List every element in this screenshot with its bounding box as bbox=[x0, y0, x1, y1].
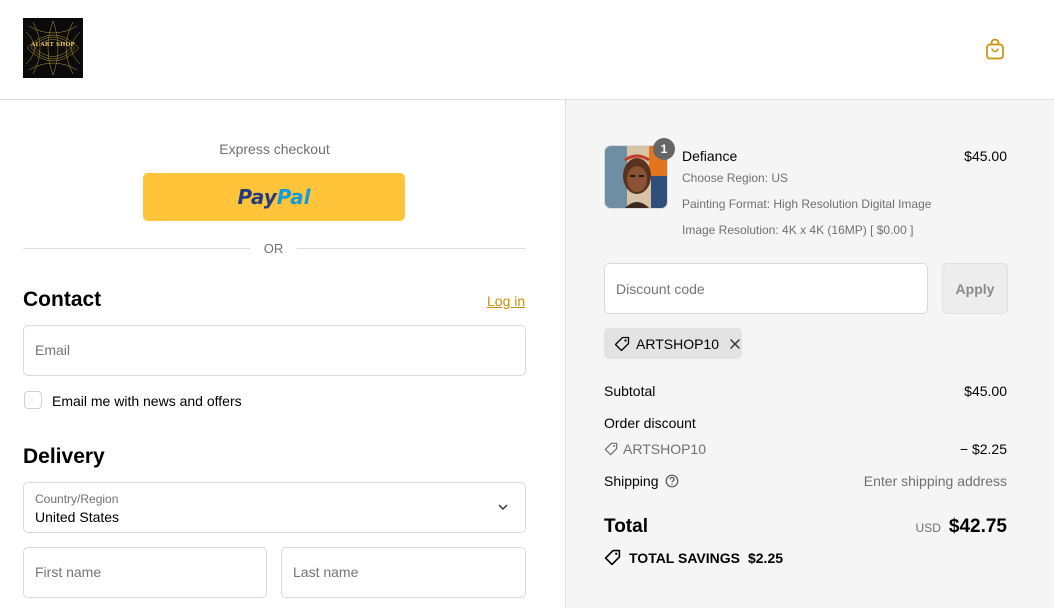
apply-discount-button[interactable]: Apply bbox=[942, 263, 1008, 314]
discount-code-text: ARTSHOP10 bbox=[623, 441, 706, 457]
cart-button[interactable] bbox=[982, 36, 1008, 62]
logo-pattern-icon bbox=[25, 20, 81, 76]
product-price: $45.00 bbox=[964, 148, 1007, 164]
tag-icon bbox=[604, 549, 621, 566]
country-label: Country/Region bbox=[35, 492, 119, 506]
total-savings-value: $2.25 bbox=[747, 549, 784, 566]
express-checkout-title: Express checkout bbox=[219, 141, 330, 157]
total-label: Total bbox=[604, 516, 648, 537]
total-amount-wrap: USD $42.75 bbox=[916, 516, 1007, 538]
close-icon bbox=[730, 338, 740, 349]
shipping-label: Shipping bbox=[604, 473, 659, 489]
store-logo[interactable]: AI ART SHOP bbox=[23, 18, 83, 78]
newsletter-label: Email me with news and offers bbox=[52, 393, 242, 409]
total-savings-row: TOTAL SAVINGS $2.25 bbox=[604, 549, 783, 566]
product-resolution: Image Resolution: 4K x 4K (16MP) [ $0.00… bbox=[682, 223, 914, 237]
last-name-input[interactable] bbox=[293, 564, 513, 580]
remove-discount-button[interactable] bbox=[728, 337, 742, 351]
subtotal-value: $45.00 bbox=[964, 383, 1007, 399]
delivery-title: Delivery bbox=[23, 445, 105, 468]
tag-icon bbox=[604, 442, 618, 456]
country-value: United States bbox=[35, 509, 120, 525]
contact-title: Contact bbox=[23, 288, 102, 311]
product-name: Defiance bbox=[682, 148, 738, 164]
last-name-field[interactable] bbox=[281, 547, 526, 598]
currency-code: USD bbox=[915, 521, 941, 535]
order-summary-panel: 1 Defiance Choose Region: US Painting Fo… bbox=[565, 100, 1054, 608]
order-discount-label: Order discount bbox=[604, 415, 696, 431]
product-region: Choose Region: US bbox=[682, 171, 789, 185]
total-savings-label: TOTAL SAVINGS bbox=[629, 549, 740, 566]
shopping-bag-icon bbox=[986, 38, 1004, 60]
newsletter-checkbox[interactable] bbox=[24, 391, 42, 409]
checkout-form-panel: Express checkout Pay Pal OR Contact Log i… bbox=[0, 100, 565, 608]
applied-discount-code: ARTSHOP10 bbox=[636, 335, 719, 352]
login-link[interactable]: Log in bbox=[487, 293, 525, 309]
chevron-down-icon bbox=[498, 504, 508, 510]
discount-code-field[interactable] bbox=[604, 263, 928, 314]
first-name-field[interactable] bbox=[23, 547, 267, 598]
email-field[interactable] bbox=[23, 325, 526, 376]
discount-code-input[interactable] bbox=[616, 281, 916, 297]
or-separator: OR bbox=[263, 241, 284, 256]
first-name-input[interactable] bbox=[35, 564, 255, 580]
discount-amount: − $2.25 bbox=[959, 441, 1007, 457]
divider-left bbox=[23, 248, 250, 249]
paypal-logo-part2: Pal bbox=[276, 185, 311, 209]
tag-icon bbox=[614, 336, 630, 351]
shipping-value: Enter shipping address bbox=[863, 473, 1007, 489]
paypal-logo-part1: Pay bbox=[237, 185, 277, 209]
country-select[interactable]: Country/Region United States bbox=[23, 482, 526, 533]
divider-right bbox=[297, 248, 526, 249]
logo-text: AI ART SHOP bbox=[31, 42, 75, 48]
subtotal-label: Subtotal bbox=[604, 383, 656, 399]
discount-code-row: ARTSHOP10 bbox=[604, 441, 706, 457]
help-circle-icon[interactable] bbox=[665, 474, 679, 488]
quantity-badge: 1 bbox=[653, 138, 675, 160]
total-value: $42.75 bbox=[948, 516, 1007, 537]
applied-discount-chip: ARTSHOP10 bbox=[604, 328, 742, 359]
product-format: Painting Format: High Resolution Digital… bbox=[682, 197, 932, 211]
email-input[interactable] bbox=[35, 342, 515, 358]
paypal-button[interactable]: Pay Pal bbox=[143, 173, 405, 221]
site-header: AI ART SHOP bbox=[0, 0, 1054, 100]
shipping-row: Shipping bbox=[604, 473, 679, 489]
